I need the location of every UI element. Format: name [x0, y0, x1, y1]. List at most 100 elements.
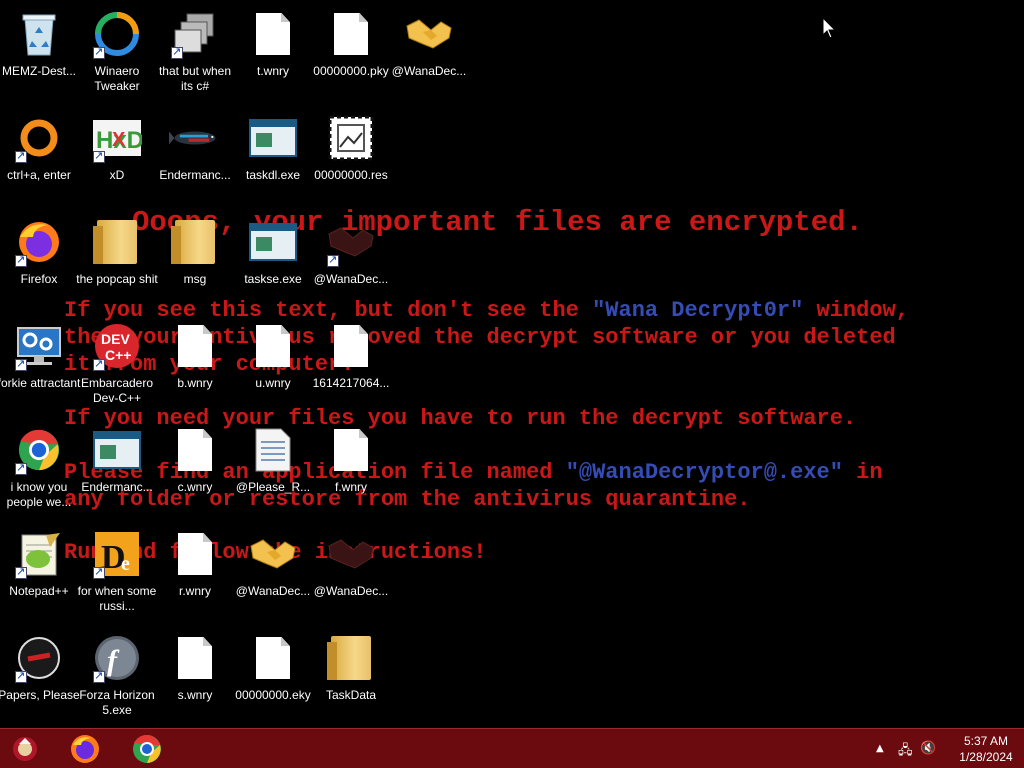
desktop-icon-label: taskse.exe: [244, 272, 302, 286]
chrome-icon: [133, 734, 161, 763]
desktop-icon-label: Notepad++: [9, 584, 69, 598]
desktop-icon-label: for when some russi...: [77, 584, 157, 613]
desktop-icon[interactable]: f.wnry: [312, 424, 390, 495]
desktop-icon[interactable]: MEMZ-Dest...: [0, 8, 78, 79]
shortcut-arrow-icon: [93, 45, 105, 59]
desktop-icon-label: i know you people we...: [6, 480, 72, 509]
text-file-icon: [247, 424, 299, 476]
shortcut-arrow-icon: [15, 565, 27, 579]
chrome-taskbar-button[interactable]: [128, 733, 166, 765]
wanadecryptor-icon: [325, 216, 377, 268]
start-button[interactable]: [6, 733, 44, 765]
desktop-icon[interactable]: that but when its c#: [156, 8, 234, 94]
folder-icon: [169, 216, 221, 268]
desktop-icon[interactable]: r.wnry: [156, 528, 234, 599]
desktop-icon[interactable]: Winaero Tweaker: [78, 8, 156, 94]
shortcut-arrow-icon: [15, 669, 27, 683]
desktop-icon[interactable]: 00000000.eky: [234, 632, 312, 703]
desktop-icon-label: Endermanc...: [159, 168, 231, 182]
desktop-icon[interactable]: b.wnry: [156, 320, 234, 391]
monitor-gear-icon: [13, 320, 65, 372]
desktop[interactable]: MEMZ-Dest... Winaero Tweaker that but when…: [0, 0, 1024, 728]
handshake-icon: [247, 528, 299, 580]
desktop-icon-label: 00000000.res: [314, 168, 388, 182]
desktop-icon[interactable]: Firefox: [0, 216, 78, 287]
folder-icon: [325, 632, 377, 684]
desktop-icon[interactable]: Endermanc...: [156, 112, 234, 183]
volume-muted-icon[interactable]: 🔇: [920, 741, 936, 756]
desktop-icon[interactable]: 00000000.pky: [312, 8, 390, 79]
desktop-icon-label: msg: [183, 272, 207, 286]
desktop-icon[interactable]: TaskData: [312, 632, 390, 703]
desktop-icon-label: taskdl.exe: [245, 168, 301, 182]
desktop-icon-label: @WanaDec...: [313, 584, 389, 598]
start-orb-icon: [13, 737, 37, 761]
desktop-icon[interactable]: 00000000.res: [312, 112, 390, 183]
notepadpp-icon: [13, 528, 65, 580]
chrome-icon: [13, 424, 65, 476]
desktop-icon-label: TaskData: [325, 688, 377, 702]
firefox-icon: [13, 216, 65, 268]
desktop-icon[interactable]: @Please_R...: [234, 424, 312, 495]
desktop-icon[interactable]: msg: [156, 216, 234, 287]
desktop-icon[interactable]: @WanaDec...: [390, 8, 468, 79]
desktop-icon-label: Papers, Please: [0, 688, 80, 702]
ring-icon: [13, 112, 65, 164]
desktop-icon[interactable]: De for when some russi...: [78, 528, 156, 614]
wanadecryptor-icon: [325, 528, 377, 580]
desktop-icon-label: Endermanc...: [81, 480, 153, 494]
desktop-icon[interactable]: s.wnry: [156, 632, 234, 703]
desktop-icon-label: ctrl+a, enter: [7, 168, 71, 182]
desktop-icon[interactable]: DEVC++ Embarcadero Dev-C++: [78, 320, 156, 406]
file-icon: [325, 8, 377, 60]
fish-icon: [169, 112, 221, 164]
papers-please-icon: [13, 632, 65, 684]
desktop-icon[interactable]: forkie attractant: [0, 320, 80, 391]
desktop-icon[interactable]: 1614217064...: [312, 320, 390, 391]
desktop-icon-label: c.wnry: [177, 480, 213, 494]
desktop-icon[interactable]: Notepad++: [0, 528, 78, 599]
desktop-icon[interactable]: HxDX xD: [78, 112, 156, 183]
desktop-icon-label: t.wnry: [256, 64, 289, 78]
file-icon: [169, 528, 221, 580]
show-hidden-icons-chevron-icon[interactable]: ▲: [876, 743, 884, 754]
desktop-icon-label: xD: [109, 168, 125, 182]
dependency-icon: De: [91, 528, 143, 580]
desktop-icon[interactable]: taskse.exe: [234, 216, 312, 287]
desktop-icon[interactable]: u.wnry: [234, 320, 312, 391]
desktop-icon-label: 00000000.pky: [313, 64, 389, 78]
desktop-icon[interactable]: c.wnry: [156, 424, 234, 495]
recycle-bin-icon: [13, 8, 65, 60]
desktop-icon-label: f.wnry: [334, 480, 367, 494]
mouse-cursor-icon: [822, 16, 837, 44]
desktop-icon[interactable]: f Forza Horizon 5.exe: [78, 632, 156, 718]
desktop-icon[interactable]: @WanaDec...: [234, 528, 312, 599]
desktop-icon[interactable]: @WanaDec...: [312, 528, 390, 599]
desktop-icon[interactable]: ctrl+a, enter: [0, 112, 78, 183]
desktop-icon-label: @WanaDec...: [235, 584, 311, 598]
desktop-icon[interactable]: Endermanc...: [78, 424, 156, 495]
system-clock[interactable]: 5:37 AM 1/28/2024: [956, 733, 1016, 765]
file-icon: [325, 424, 377, 476]
desktop-icon-label: s.wnry: [177, 688, 213, 702]
shortcut-arrow-icon: [327, 253, 339, 267]
desktop-icon[interactable]: i know you people we...: [0, 424, 78, 510]
file-icon: [247, 320, 299, 372]
taskbar: ▲ 🖧 🔇 5:37 AM 1/28/2024: [0, 728, 1024, 768]
desktop-icon-label: Winaero Tweaker: [94, 64, 140, 93]
network-icon[interactable]: 🖧: [898, 741, 913, 763]
shortcut-arrow-icon: [93, 149, 105, 163]
folder-icon: [91, 216, 143, 268]
desktop-icon[interactable]: taskdl.exe: [234, 112, 312, 183]
desktop-icon[interactable]: the popcap shit: [76, 216, 158, 287]
exe-icon: [247, 112, 299, 164]
stacked-windows-icon: [169, 8, 221, 60]
shortcut-arrow-icon: [93, 669, 105, 683]
desktop-icon[interactable]: t.wnry: [234, 8, 312, 79]
shortcut-arrow-icon: [93, 565, 105, 579]
image-file-icon: [325, 112, 377, 164]
desktop-icon[interactable]: @WanaDec...: [312, 216, 390, 287]
firefox-taskbar-button[interactable]: [66, 733, 104, 765]
desktop-icon-label: b.wnry: [177, 376, 213, 390]
desktop-icon[interactable]: Papers, Please: [0, 632, 80, 703]
